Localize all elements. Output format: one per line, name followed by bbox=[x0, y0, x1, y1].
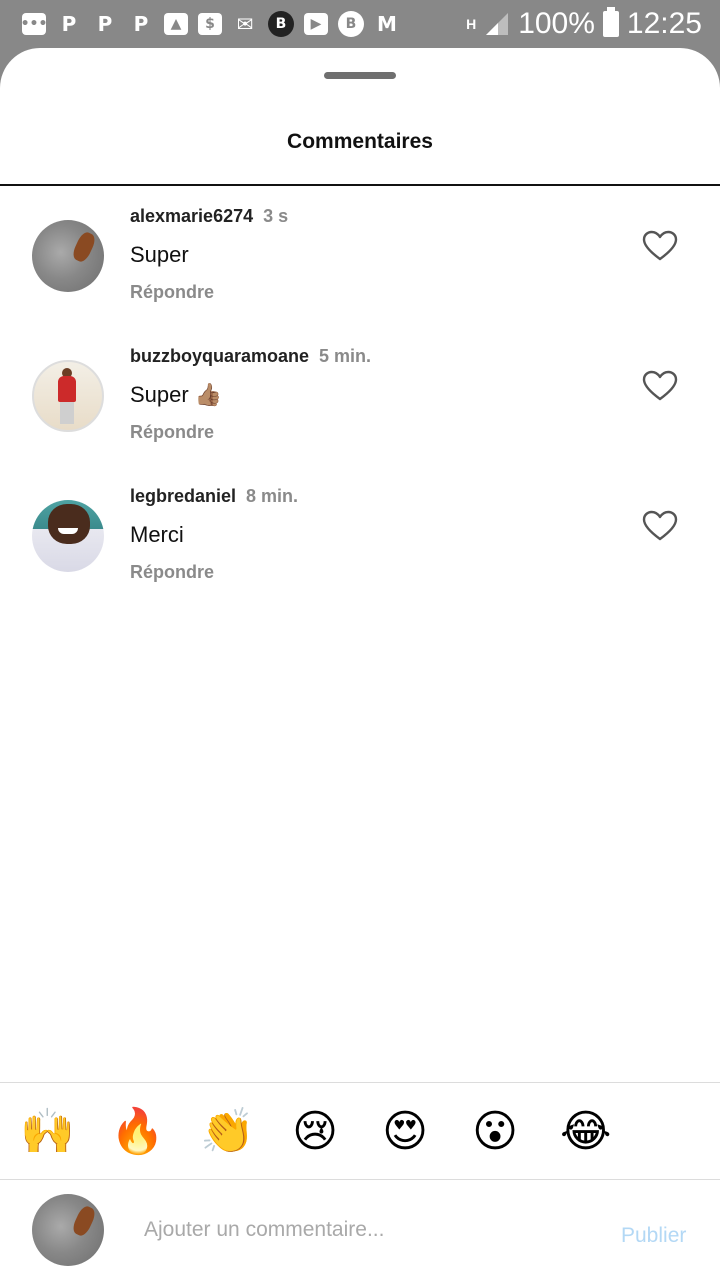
comment-username[interactable]: legbredaniel bbox=[130, 486, 236, 506]
dollar-icon: $ bbox=[198, 13, 222, 35]
surprised-emoji-button[interactable]: 😮 bbox=[470, 1107, 520, 1157]
reply-button[interactable]: Répondre bbox=[130, 422, 214, 443]
comment-time: 5 min. bbox=[319, 346, 372, 366]
system-status: H 100% 12:25 bbox=[466, 7, 702, 41]
fire-emoji-button[interactable]: 🔥 bbox=[110, 1107, 165, 1157]
clapping-emoji-button[interactable]: 👏 bbox=[200, 1107, 255, 1157]
reply-button[interactable]: Répondre bbox=[130, 562, 214, 583]
comment-header: alexmarie6274 3 s bbox=[130, 206, 288, 227]
message-icon: ••• bbox=[21, 13, 47, 35]
sheet-title: Commentaires bbox=[287, 130, 433, 153]
comment-username[interactable]: buzzboyquaramoane bbox=[130, 346, 309, 366]
signal-icon bbox=[486, 13, 509, 35]
image-icon: ▲ bbox=[164, 13, 188, 35]
p-icon: P bbox=[133, 12, 149, 36]
comment-text: Super bbox=[130, 242, 189, 267]
comments-sheet: Commentaires alexmarie6274 3 s Super Répo… bbox=[0, 48, 720, 1280]
avatar-photo-smile bbox=[58, 528, 78, 534]
comment-item: legbredaniel 8 min. Merci Répondre bbox=[0, 466, 720, 586]
current-user-avatar bbox=[32, 1194, 104, 1266]
avatar-photo-shirt bbox=[58, 376, 76, 402]
comment-input[interactable] bbox=[144, 1212, 584, 1248]
heart-icon[interactable] bbox=[642, 370, 678, 402]
comment-username[interactable]: alexmarie6274 bbox=[130, 206, 253, 226]
laughing-emoji-button[interactable]: 😂 bbox=[560, 1107, 611, 1157]
b-icon: B bbox=[268, 11, 294, 37]
p-icon: P bbox=[97, 12, 113, 36]
heart-eyes-emoji-button[interactable]: 😍 bbox=[380, 1107, 430, 1157]
raising-hands-emoji-button[interactable]: 🙌 bbox=[20, 1107, 75, 1157]
reply-button[interactable]: Répondre bbox=[130, 282, 214, 303]
heart-icon[interactable] bbox=[642, 510, 678, 542]
notification-icons: ••• P P P ▲ $ ✉ B ▶ B M bbox=[21, 11, 400, 37]
comment-text: Super 👍🏽 bbox=[130, 382, 223, 407]
comment-time: 3 s bbox=[263, 206, 289, 226]
b-circle-icon: B bbox=[338, 11, 364, 37]
avatar[interactable] bbox=[32, 220, 104, 292]
network-type-icon: H bbox=[466, 16, 477, 32]
avatar[interactable] bbox=[32, 360, 104, 432]
battery-icon bbox=[602, 7, 619, 37]
crying-emoji-button[interactable]: 😢 bbox=[290, 1107, 340, 1157]
gmail-icon: M bbox=[377, 12, 397, 36]
clock: 12:25 bbox=[626, 7, 702, 40]
comment-item: buzzboyquaramoane 5 min. Super 👍🏽 Répondr… bbox=[0, 326, 720, 446]
heart-icon[interactable] bbox=[642, 230, 678, 262]
comment-header: buzzboyquaramoane 5 min. bbox=[130, 346, 371, 367]
avatar-photo-face bbox=[48, 504, 90, 544]
p-icon: P bbox=[61, 12, 77, 36]
comment-text: Merci bbox=[130, 522, 184, 547]
emoji-quick-bar: 🙌 🔥 👏 😢 😍 😮 😂 bbox=[0, 1083, 720, 1179]
drag-handle[interactable] bbox=[324, 72, 396, 79]
avatar-photo-legs bbox=[60, 402, 74, 424]
avatar[interactable] bbox=[32, 500, 104, 572]
battery-percent: 100% bbox=[518, 7, 595, 40]
comment-time: 8 min. bbox=[246, 486, 299, 506]
youtube-icon: ▶ bbox=[304, 13, 328, 35]
mail-icon: ✉ bbox=[236, 12, 254, 36]
comment-composer: Publier bbox=[0, 1180, 720, 1280]
publish-button[interactable]: Publier bbox=[621, 1224, 686, 1248]
comment-header: legbredaniel 8 min. bbox=[130, 486, 298, 507]
status-bar: ••• P P P ▲ $ ✉ B ▶ B M H 100% 12:25 bbox=[0, 0, 720, 48]
comment-item: alexmarie6274 3 s Super Répondre bbox=[0, 186, 720, 306]
